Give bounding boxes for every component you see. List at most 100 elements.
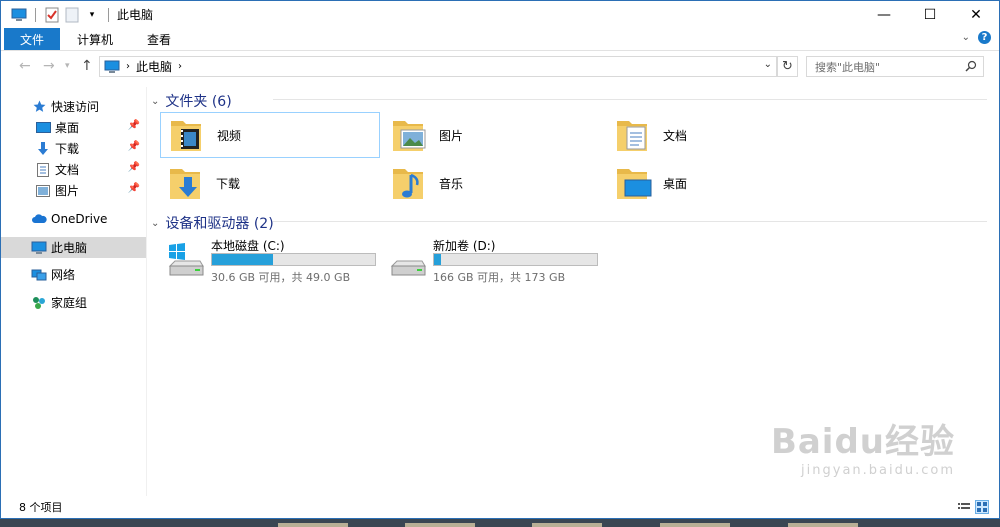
tab-computer[interactable]: 计算机 [60, 28, 130, 50]
picture-folder-icon [391, 115, 433, 155]
desktop-background [0, 519, 1000, 527]
ribbon-tabs: 文件 计算机 查看 ⌄ ? [1, 28, 999, 51]
folder-tile-videos[interactable]: 视频 [160, 112, 380, 158]
minimize-button[interactable]: — [861, 1, 907, 28]
computer-icon [104, 60, 120, 73]
drive-icon [389, 241, 427, 279]
tab-view[interactable]: 查看 [130, 28, 188, 50]
details-view-icon[interactable] [957, 500, 971, 514]
pin-icon[interactable]: 📌 [128, 162, 140, 173]
help-icon[interactable]: ? [978, 31, 991, 44]
nav-onedrive[interactable]: OneDrive [1, 208, 146, 229]
watermark: Baidu经验 jingyan.baidu.com [771, 414, 955, 478]
drive-tile-c[interactable]: 本地磁盘 (C:) 30.6 GB 可用，共 49.0 GB [167, 237, 376, 285]
group-title: 设备和驱动器 (2) [165, 216, 274, 232]
music-folder-icon [391, 163, 433, 203]
navigation-pane: 快速访问 桌面 📌 下载 📌 文档 📌 图片 📌 OneDrive 此电脑 网络… [1, 87, 147, 496]
homegroup-icon [31, 295, 47, 311]
tab-file[interactable]: 文件 [4, 28, 61, 50]
video-folder-icon [169, 115, 211, 155]
drive-tile-d[interactable]: 新加卷 (D:) 166 GB 可用，共 173 GB [389, 237, 598, 285]
refresh-button[interactable]: ↻ [777, 56, 798, 77]
drive-usage-fill [434, 254, 441, 265]
new-folder-icon[interactable] [64, 7, 80, 23]
folders-group-header[interactable]: ⌄ 文件夹 (6) [151, 91, 232, 111]
breadcrumb-separator: › [126, 61, 130, 72]
drive-name: 本地磁盘 (C:) [211, 239, 285, 253]
group-title: 文件夹 (6) [165, 94, 232, 110]
nav-quick-pictures[interactable]: 图片 📌 [1, 180, 146, 201]
collapse-chevron-icon[interactable]: ⌄ [151, 96, 159, 107]
network-icon [31, 267, 47, 283]
breadcrumb-separator: › [178, 61, 183, 72]
drive-usage-text: 30.6 GB 可用，共 49.0 GB [211, 271, 351, 284]
collapse-chevron-icon[interactable]: ⌄ [151, 218, 159, 229]
nav-label: 家庭组 [51, 296, 88, 310]
drives-group-header[interactable]: ⌄ 设备和驱动器 (2) [151, 213, 274, 233]
forward-arrow-icon[interactable]: → [43, 58, 55, 74]
nav-homegroup[interactable]: 家庭组 [1, 292, 146, 313]
drive-usage-bar [433, 253, 598, 266]
folder-tile-music[interactable]: 音乐 [383, 160, 603, 206]
breadcrumb-item-this-pc[interactable]: 此电脑 [136, 58, 172, 75]
expand-ribbon-icon[interactable]: ⌄ [962, 32, 970, 43]
download-icon [35, 141, 51, 157]
maximize-button[interactable]: ☐ [907, 1, 953, 28]
content-pane: ⌄ 文件夹 (6) 视频 图片 文档 下载 音乐 桌面 ⌄ 设备和驱动器 (2)… [147, 83, 999, 496]
window-controls: — ☐ ✕ [861, 1, 999, 28]
status-bar: 8 个项目 [1, 496, 999, 518]
address-dropdown-icon[interactable]: ⌄ [764, 59, 772, 70]
ribbon-right: ⌄ ? [962, 31, 991, 44]
recent-locations-icon[interactable]: ▾ [65, 61, 70, 71]
pin-icon[interactable]: 📌 [128, 141, 140, 152]
group-divider [273, 99, 987, 100]
nav-this-pc[interactable]: 此电脑 [1, 237, 146, 258]
customize-toolbar-icon[interactable]: ▾ [84, 7, 100, 23]
up-arrow-icon[interactable]: ↑ [81, 58, 93, 74]
close-button[interactable]: ✕ [953, 1, 999, 28]
folder-tile-downloads[interactable]: 下载 [160, 160, 380, 206]
folder-tile-pictures[interactable]: 图片 [383, 112, 603, 158]
drive-usage-fill [212, 254, 274, 265]
toolbar-separator [35, 7, 36, 22]
tiles-view-icon[interactable] [975, 500, 989, 514]
drive-usage-bar [211, 253, 376, 266]
back-arrow-icon[interactable]: ← [19, 58, 31, 74]
computer-icon [31, 240, 47, 256]
nav-quick-desktop[interactable]: 桌面 📌 [1, 117, 146, 138]
desktop-icon [35, 120, 51, 136]
folder-label: 下载 [216, 176, 241, 191]
watermark-url: jingyan.baidu.com [801, 463, 955, 478]
nav-label: 图片 [55, 184, 80, 198]
address-bar[interactable]: › 此电脑 › ⌄ [99, 56, 777, 77]
breadcrumb: › 此电脑 › [104, 58, 182, 75]
group-divider [273, 221, 987, 222]
view-switcher [957, 500, 989, 514]
document-icon [35, 162, 51, 178]
folder-tile-desktop[interactable]: 桌面 [607, 160, 827, 206]
window-title: 此电脑 [117, 8, 154, 22]
pin-icon[interactable]: 📌 [128, 120, 140, 131]
nav-label: 文档 [55, 163, 80, 177]
folder-label: 文档 [663, 128, 688, 143]
properties-icon[interactable] [44, 7, 60, 23]
picture-icon [35, 183, 51, 199]
quick-access-toolbar: ▾ [11, 7, 113, 23]
nav-quick-access[interactable]: 快速访问 [1, 96, 146, 117]
search-icon[interactable] [965, 60, 977, 75]
folder-label: 音乐 [439, 176, 464, 191]
drive-info: 新加卷 (D:) 166 GB 可用，共 173 GB [433, 237, 598, 285]
nav-quick-downloads[interactable]: 下载 📌 [1, 138, 146, 159]
nav-label: 桌面 [55, 121, 80, 135]
document-folder-icon [615, 115, 657, 155]
nav-network[interactable]: 网络 [1, 264, 146, 285]
computer-icon [11, 7, 27, 23]
search-placeholder: 搜索"此电脑" [815, 60, 881, 74]
folder-tile-documents[interactable]: 文档 [607, 112, 827, 158]
drive-name: 新加卷 (D:) [433, 239, 496, 253]
title-bar: ▾ 此电脑 — ☐ ✕ [1, 1, 999, 28]
search-box[interactable]: 搜索"此电脑" [806, 56, 984, 77]
drive-info: 本地磁盘 (C:) 30.6 GB 可用，共 49.0 GB [211, 237, 376, 285]
pin-icon[interactable]: 📌 [128, 183, 140, 194]
nav-quick-documents[interactable]: 文档 📌 [1, 159, 146, 180]
